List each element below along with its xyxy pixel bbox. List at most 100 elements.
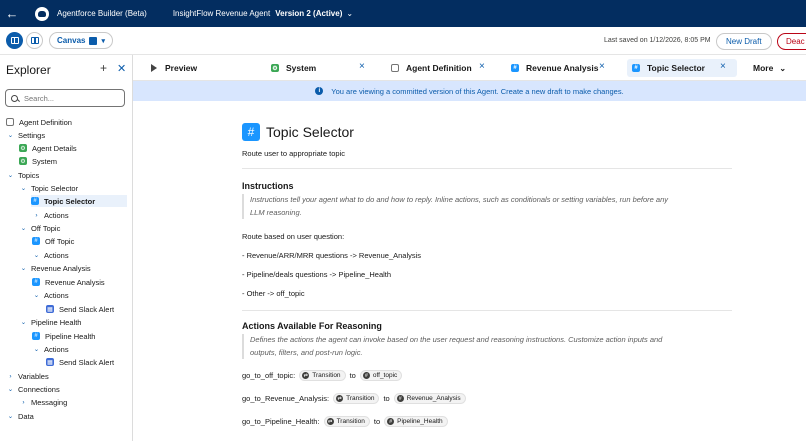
banner-text: You are viewing a committed version of t… (331, 86, 624, 96)
action-row[interactable]: go_to_Pipeline_Health: ⇄ Transition to # P… (242, 416, 452, 427)
transition-chip[interactable]: ⇄ Transition (323, 416, 370, 427)
tree-item-actions[interactable]: ⌄ Actions (32, 249, 69, 261)
tree-item-topic-selector[interactable]: # Topic Selector (31, 195, 127, 207)
canvas-icon (89, 36, 98, 45)
close-icon[interactable]: ✕ (117, 62, 126, 75)
tree-item-send-slack-alert[interactable]: ▦ Send Slack Alert (46, 356, 114, 368)
instruction-line: - Other -> off_topic (242, 289, 305, 298)
chevron-down-icon[interactable]: ⌄ (6, 171, 15, 179)
new-draft-button[interactable]: New Draft (716, 33, 772, 50)
chevron-down-icon[interactable]: ⌄ (19, 184, 28, 192)
tree-item-pipeline-health[interactable]: # Pipeline Health (32, 330, 95, 342)
close-tab-icon[interactable]: × (720, 61, 726, 72)
tree-item-revenue-analysis[interactable]: # Revenue Analysis (32, 276, 105, 288)
tree-item-off-topic-group[interactable]: ⌄ Off Topic (19, 222, 61, 234)
tree-item-settings[interactable]: ⌄ Settings (6, 129, 45, 141)
chevron-down-icon[interactable]: ⌄ (6, 131, 15, 139)
tree-item-messaging[interactable]: › Messaging (19, 396, 67, 408)
divider (242, 310, 732, 311)
hash-icon: # (242, 123, 260, 141)
back-arrow-icon[interactable]: ← (0, 6, 24, 21)
tree-item-revenue-analysis-group[interactable]: ⌄ Revenue Analysis (19, 262, 91, 274)
target-topic-chip[interactable]: # Pipeline_Health (384, 416, 448, 427)
explorer-search[interactable] (5, 89, 125, 107)
tab-system[interactable]: ⚙ System × (271, 59, 369, 77)
tab-more[interactable]: More ⌄ (753, 59, 786, 77)
agentforce-logo-icon (35, 6, 49, 21)
close-tab-icon[interactable]: × (599, 61, 605, 72)
tab-revenue-analysis[interactable]: # Revenue Analysis × (511, 59, 609, 77)
agent-name: InsightFlow Revenue Agent (172, 9, 271, 18)
hash-icon: # (32, 332, 40, 340)
hash-icon: # (32, 237, 40, 245)
document-icon (6, 118, 14, 126)
version-selector[interactable]: Version 2 (Active) (275, 9, 342, 18)
chevron-down-icon[interactable]: ⌄ (6, 385, 15, 393)
transition-chip[interactable]: ⇄ Transition (299, 370, 346, 381)
tree-item-connections[interactable]: ⌄ Connections (6, 383, 60, 395)
gear-icon: ⚙ (19, 157, 27, 165)
tree-item-actions[interactable]: ⌄ Actions (32, 289, 69, 301)
explorer-title: Explorer (6, 63, 51, 77)
tree-item-data[interactable]: ⌄ Data (6, 410, 34, 422)
tree-item-off-topic[interactable]: # Off Topic (32, 235, 74, 247)
chevron-down-icon[interactable]: ⌄ (32, 345, 41, 353)
chevron-down-icon[interactable]: ⌄ (19, 264, 28, 272)
tree-item-actions[interactable]: ⌄ Actions (32, 343, 69, 355)
action-row[interactable]: go_to_off_topic: ⇄ Transition to # off_top… (242, 370, 406, 381)
hash-icon: # (31, 197, 39, 205)
gear-icon: ⚙ (271, 64, 279, 72)
tree-item-variables[interactable]: › Variables (6, 370, 48, 382)
target-topic-chip[interactable]: # Revenue_Analysis (393, 393, 466, 404)
page-title: Topic Selector (266, 124, 354, 140)
builder-toolbar: Canvas ▾ Last saved on 1/12/2026, 8:05 P… (0, 27, 806, 55)
tree-item-agent-details[interactable]: ⚙ Agent Details (19, 142, 77, 154)
instruction-line: - Revenue/ARR/MRR questions -> Revenue_A… (242, 251, 422, 260)
target-topic-chip[interactable]: # off_topic (359, 370, 403, 381)
chevron-down-icon[interactable]: ⌄ (19, 318, 28, 326)
search-icon (11, 94, 18, 102)
tree-item-topic-selector-group[interactable]: ⌄ Topic Selector (19, 182, 78, 194)
tab-agent-definition[interactable]: Agent Definition × (391, 59, 489, 77)
tree-item-actions[interactable]: › Actions (32, 209, 68, 221)
chevron-right-icon[interactable]: › (32, 212, 41, 219)
chevron-down-icon[interactable]: ⌄ (6, 412, 15, 420)
chevron-down-icon[interactable]: ⌄ (19, 224, 28, 232)
chevron-down-icon[interactable]: ⌄ (32, 291, 41, 299)
document-icon (391, 64, 399, 72)
tab-topic-selector[interactable]: # Topic Selector × (627, 59, 737, 77)
deactivate-button[interactable]: Deac (777, 33, 806, 50)
chevron-down-icon[interactable]: ⌄ (32, 251, 41, 259)
actions-heading: Actions Available For Reasoning (242, 321, 382, 331)
close-tab-icon[interactable]: × (359, 61, 365, 72)
gear-icon: ⚙ (19, 144, 27, 152)
toggle-right-panel-button[interactable] (26, 32, 43, 49)
add-icon[interactable]: + (100, 61, 107, 75)
chevron-right-icon[interactable]: › (19, 399, 28, 406)
right-panel-icon (30, 37, 39, 44)
tree-item-system[interactable]: ⚙ System (19, 155, 57, 167)
chevron-down-icon[interactable]: ⌄ (346, 9, 353, 18)
tree-item-topics[interactable]: ⌄ Topics (6, 169, 40, 181)
tree-item-send-slack-alert[interactable]: ▦ Send Slack Alert (46, 303, 114, 315)
left-panel-icon (10, 37, 19, 44)
canvas-view-dropdown[interactable]: Canvas ▾ (49, 32, 113, 49)
toggle-left-panel-button[interactable] (6, 32, 23, 49)
chevron-right-icon[interactable]: › (6, 373, 15, 380)
explorer-panel: Explorer + ✕ Agent Definition ⌄ Settings… (0, 55, 133, 441)
close-tab-icon[interactable]: × (479, 61, 485, 72)
hash-icon: # (511, 64, 519, 72)
transition-chip[interactable]: ⇄ Transition (333, 393, 380, 404)
search-input[interactable] (24, 93, 124, 103)
tree-item-pipeline-health-group[interactable]: ⌄ Pipeline Health (19, 316, 82, 328)
action-row[interactable]: go_to_Revenue_Analysis: ⇄ Transition to #… (242, 393, 470, 404)
hash-icon: # (396, 395, 404, 402)
canvas-label: Canvas (57, 36, 86, 45)
editor-tabs: Preview ⚙ System × Agent Definition × # … (133, 55, 806, 81)
tab-preview[interactable]: Preview (151, 59, 197, 77)
hash-icon: # (362, 372, 370, 379)
divider (242, 168, 732, 169)
last-saved-text: Last saved on 1/12/2026, 8:05 PM (604, 37, 711, 44)
slack-icon: ▦ (46, 305, 54, 313)
tree-item-agent-definition[interactable]: Agent Definition (6, 116, 72, 128)
